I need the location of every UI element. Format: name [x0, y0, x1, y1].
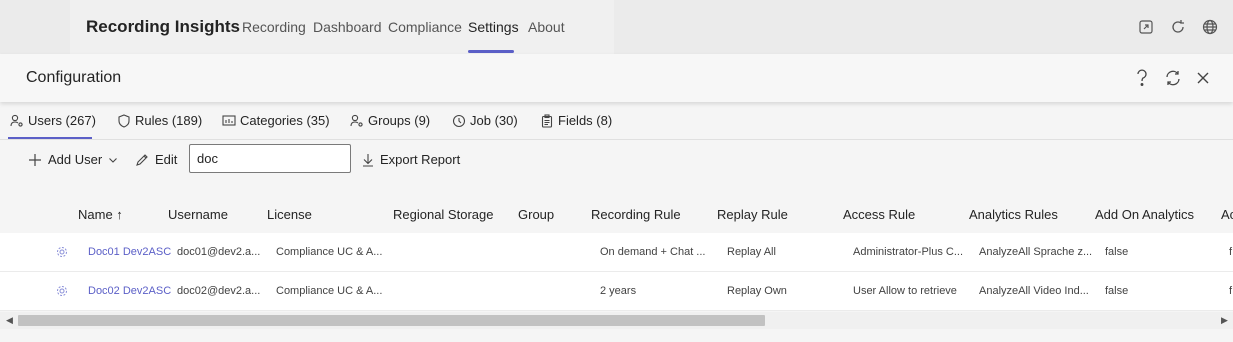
col-header-replay-rule[interactable]: Replay Rule [717, 207, 788, 222]
col-header-recording-rule[interactable]: Recording Rule [591, 207, 681, 222]
download-icon [363, 153, 373, 167]
tabs-divider [0, 139, 1233, 140]
help-icon[interactable] [1132, 68, 1152, 88]
gear-icon [57, 286, 67, 296]
tab-groups[interactable]: Groups (9) [350, 113, 430, 128]
close-icon[interactable] [1193, 68, 1213, 88]
nav-about[interactable]: About [528, 19, 565, 35]
nav-active-indicator [468, 50, 514, 53]
shield-icon [118, 113, 130, 128]
cell-truncated: f [1229, 246, 1233, 258]
cell-analytics-rules: AnalyzeAll Video Ind... [979, 285, 1089, 297]
col-header-username[interactable]: Username [168, 207, 228, 222]
col-header-access-rule[interactable]: Access Rule [843, 207, 915, 222]
tab-rules-label: Rules (189) [135, 113, 203, 128]
edit-label: Edit [155, 152, 178, 167]
nav-compliance[interactable]: Compliance [388, 19, 462, 35]
page-title: Configuration [26, 69, 122, 86]
cell-username: doc02@dev2.a... [177, 285, 261, 297]
edit-button[interactable]: Edit [135, 152, 177, 167]
plus-icon [29, 153, 41, 166]
col-header-group[interactable]: Group [518, 207, 554, 222]
cell-recording-rule: On demand + Chat ... [600, 246, 706, 258]
cell-access-rule: User Allow to retrieve [853, 285, 957, 297]
categories-icon [222, 114, 236, 126]
col-header-regional-storage[interactable]: Regional Storage [393, 207, 493, 222]
tab-groups-label: Groups (9) [368, 113, 431, 128]
cell-access-rule: Administrator-Plus C... [853, 246, 964, 258]
add-user-label: Add User [48, 152, 103, 167]
cell-license: Compliance UC & A... [276, 285, 383, 297]
col-header-add-on-analytics[interactable]: Add On Analytics [1095, 207, 1194, 222]
tab-fields-label: Fields (8) [558, 113, 613, 128]
export-report-label: Export Report [380, 152, 461, 167]
refresh-icon[interactable] [1168, 17, 1188, 37]
tab-users-label: Users (267) [28, 113, 96, 128]
config-header: Configuration [0, 54, 1233, 102]
app-title: Recording Insights [86, 17, 240, 36]
cell-truncated: f [1229, 285, 1233, 297]
scroll-right-icon[interactable]: ▶ [1221, 315, 1228, 326]
gear-icon [57, 247, 67, 257]
cell-replay-rule: Replay All [727, 246, 776, 258]
tab-users[interactable]: Users (267) [10, 113, 96, 128]
cell-add-on-analytics: false [1105, 246, 1129, 258]
scroll-left-icon[interactable]: ◀ [6, 315, 13, 326]
export-report-button[interactable]: Export Report [362, 152, 460, 167]
job-icon [452, 114, 466, 127]
cell-analytics-rules: AnalyzeAll Sprache z... [979, 246, 1093, 258]
pencil-icon [136, 153, 148, 166]
add-user-button[interactable]: Add User [28, 152, 118, 167]
nav-dashboard[interactable]: Dashboard [313, 19, 382, 35]
sync-icon[interactable] [1163, 68, 1183, 88]
col-header-truncated[interactable]: Ac [1221, 207, 1233, 222]
col-header-license[interactable]: License [267, 207, 312, 222]
tab-categories[interactable]: Categories (35) [222, 113, 330, 128]
tab-rules[interactable]: Rules (189) [117, 113, 202, 128]
clipboard-icon [541, 113, 553, 128]
scrollbar-thumb[interactable] [18, 315, 765, 326]
table-row[interactable]: Doc01 Dev2ASC doc01@dev2.a... Compliance… [0, 233, 1233, 272]
tab-fields[interactable]: Fields (8) [540, 113, 612, 128]
users-icon [10, 114, 23, 127]
col-header-analytics-rules[interactable]: Analytics Rules [969, 207, 1058, 222]
nav-settings[interactable]: Settings [468, 19, 519, 35]
cell-recording-rule: 2 years [600, 285, 637, 297]
popout-icon[interactable] [1136, 17, 1156, 37]
tab-job[interactable]: Job (30) [452, 113, 518, 128]
chevron-down-icon [109, 157, 118, 163]
globe-icon[interactable] [1200, 17, 1220, 37]
nav-recording[interactable]: Recording [242, 19, 306, 35]
cell-replay-rule: Replay Own [727, 285, 787, 297]
tab-job-label: Job (30) [470, 113, 518, 128]
search-input[interactable] [189, 144, 351, 173]
cell-license: Compliance UC & A... [276, 246, 383, 258]
groups-icon [350, 114, 363, 127]
col-header-name[interactable]: Name ↑ [78, 207, 123, 222]
table-row[interactable]: Doc02 Dev2ASC doc02@dev2.a... Compliance… [0, 272, 1233, 311]
cell-name[interactable]: Doc01 Dev2ASC [88, 246, 171, 258]
cell-name[interactable]: Doc02 Dev2ASC [88, 285, 171, 297]
cell-add-on-analytics: false [1105, 285, 1129, 297]
tab-categories-label: Categories (35) [240, 113, 330, 128]
cell-username: doc01@dev2.a... [177, 246, 261, 258]
